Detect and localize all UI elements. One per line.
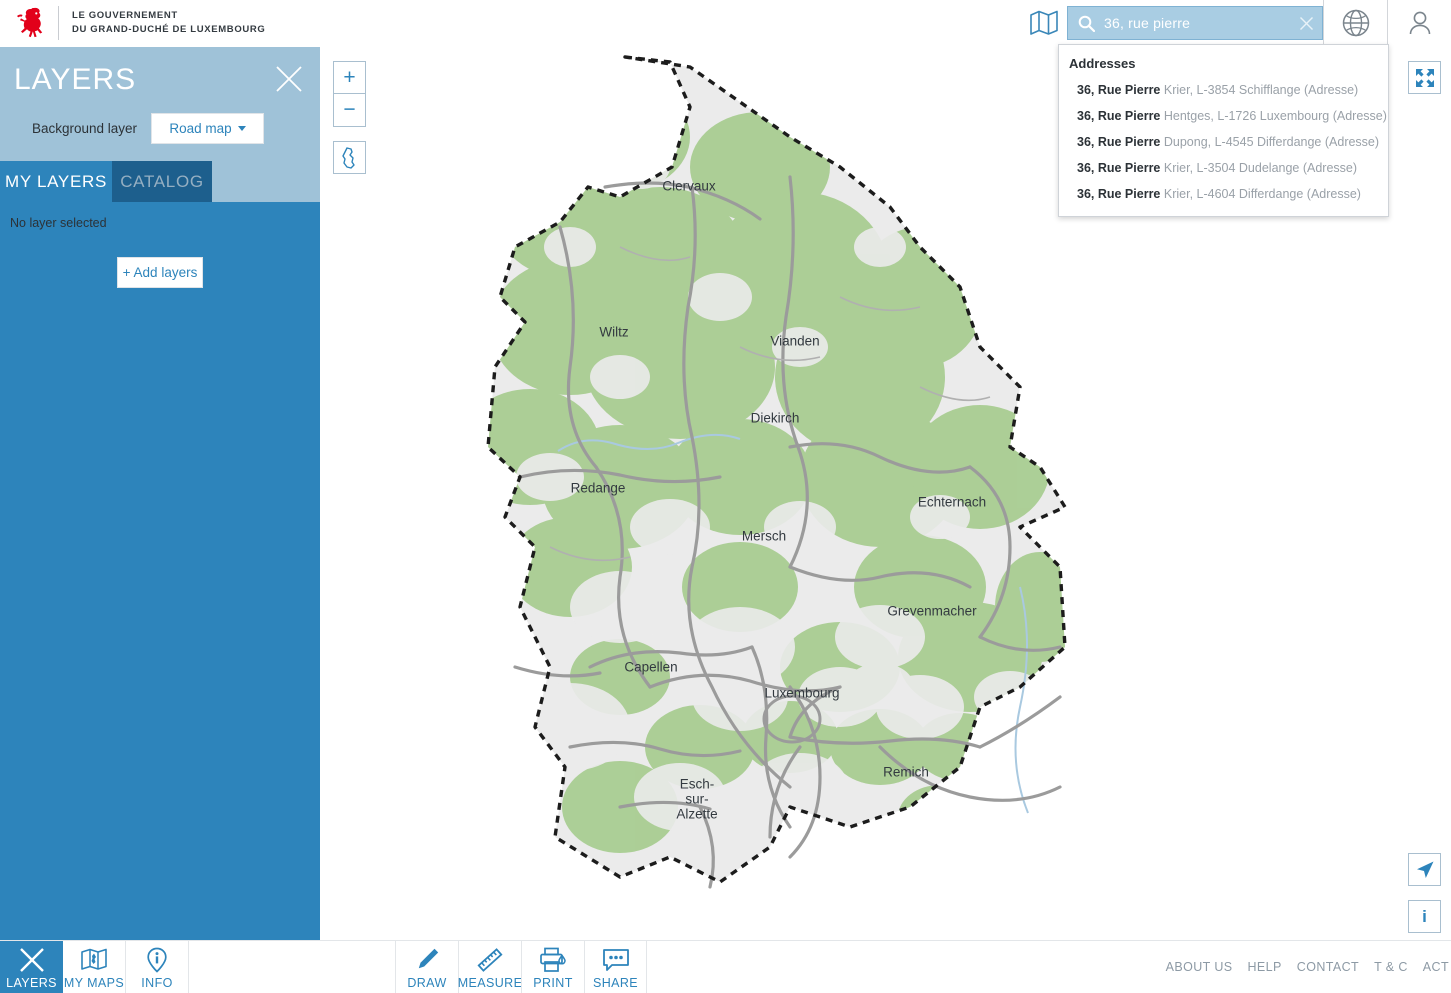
- fullscreen-icon: [1415, 68, 1435, 88]
- luxembourg-lion-icon: [14, 4, 48, 42]
- suggestion-item-rest: Krier, L-4604 Differdange (Adresse): [1160, 187, 1361, 201]
- info-pin-icon: [146, 946, 168, 974]
- tab-my-layers[interactable]: MY LAYERS: [0, 161, 112, 202]
- layers-panel-header: LAYERS Background layer Road map: [0, 47, 320, 161]
- bottom-item-info[interactable]: INFO: [126, 941, 189, 993]
- speech-bubble-icon: [602, 946, 630, 974]
- brand: LE GOUVERNEMENT DU GRAND-DUCHÉ DE LUXEMB…: [0, 4, 265, 42]
- map-info-button[interactable]: i: [1408, 900, 1441, 933]
- search-input-value: 36, rue pierre: [1104, 15, 1299, 31]
- app-root: LE GOUVERNEMENT DU GRAND-DUCHÉ DE LUXEMB…: [0, 0, 1451, 993]
- bottom-item-label: MEASURE: [458, 976, 523, 990]
- bottom-item-label: INFO: [141, 976, 172, 990]
- geolocate-button[interactable]: [1408, 853, 1441, 886]
- background-layer-label: Background layer: [32, 121, 137, 136]
- add-layers-button[interactable]: + Add layers: [117, 257, 203, 288]
- luxembourg-outline-icon: [340, 147, 360, 169]
- search-input[interactable]: 36, rue pierre: [1067, 6, 1323, 40]
- suggestion-item-bold: 36, Rue Pierre: [1077, 135, 1160, 149]
- no-layer-selected-text: No layer selected: [0, 216, 320, 230]
- background-layer-value: Road map: [169, 121, 231, 136]
- suggestion-item-bold: 36, Rue Pierre: [1077, 83, 1160, 97]
- geolocation-arrow-icon: [1415, 860, 1435, 880]
- brand-text: LE GOUVERNEMENT DU GRAND-DUCHÉ DE LUXEMB…: [72, 9, 265, 37]
- footer-link-contact[interactable]: CONTACT: [1297, 960, 1359, 974]
- search-suggestions-dropdown: Addresses 36, Rue Pierre Krier, L-3854 S…: [1058, 44, 1389, 217]
- bottom-item-print[interactable]: PRINT: [521, 941, 584, 993]
- footer-links: ABOUT US HELP CONTACT T & C ACT: [1166, 941, 1451, 993]
- footer-link-about-us[interactable]: ABOUT US: [1166, 960, 1233, 974]
- suggestion-item[interactable]: 36, Rue Pierre Krier, L-3504 Dudelange (…: [1059, 155, 1388, 181]
- suggestion-item-bold: 36, Rue Pierre: [1077, 187, 1160, 201]
- suggestion-item-bold: 36, Rue Pierre: [1077, 161, 1160, 175]
- suggestion-item-rest: Krier, L-3504 Dudelange (Adresse): [1160, 161, 1357, 175]
- footer-link-terms[interactable]: T & C: [1374, 960, 1408, 974]
- suggestion-item-bold: 36, Rue Pierre: [1077, 109, 1160, 123]
- bottom-item-layers[interactable]: LAYERS: [0, 941, 63, 993]
- brand-line-2: DU GRAND-DUCHÉ DE LUXEMBOURG: [72, 23, 265, 37]
- top-bar: LE GOUVERNEMENT DU GRAND-DUCHÉ DE LUXEMB…: [0, 0, 1451, 47]
- layers-panel-tabs: MY LAYERS CATALOG: [0, 161, 320, 202]
- suggestion-item-rest: Krier, L-3854 Schifflange (Adresse): [1160, 83, 1358, 97]
- user-profile-icon: [1405, 8, 1435, 38]
- bottom-item-label: MY MAPS: [64, 976, 124, 990]
- search-icon: [1078, 15, 1095, 32]
- bottom-spacer: [647, 941, 1166, 993]
- close-icon[interactable]: [274, 64, 304, 94]
- bottom-item-label: DRAW: [407, 976, 446, 990]
- tab-catalog[interactable]: CATALOG: [112, 161, 212, 202]
- zoom-to-extent-button[interactable]: [333, 141, 366, 174]
- suggestion-item[interactable]: 36, Rue Pierre Hentges, L-1726 Luxembour…: [1059, 103, 1388, 129]
- brand-divider: [58, 6, 59, 40]
- footer-link-help[interactable]: HELP: [1248, 960, 1282, 974]
- folded-map-icon[interactable]: [1021, 0, 1067, 46]
- suggestions-heading: Addresses: [1059, 53, 1388, 77]
- printer-icon: [539, 946, 567, 974]
- bottom-item-draw[interactable]: DRAW: [395, 941, 458, 993]
- globe-language-icon: [1341, 8, 1371, 38]
- background-layer-row: Background layer Road map: [14, 113, 320, 144]
- bottom-item-share[interactable]: SHARE: [584, 941, 647, 993]
- search-box-wrapper: 36, rue pierre: [1067, 6, 1323, 40]
- layers-panel-body: No layer selected + Add layers: [0, 202, 320, 288]
- bottom-center-tools: DRAW: [395, 941, 647, 993]
- zoom-out-button[interactable]: −: [333, 94, 366, 127]
- close-icon[interactable]: [1299, 16, 1314, 31]
- bottom-item-measure[interactable]: MEASURE: [458, 941, 521, 993]
- user-profile-button[interactable]: [1388, 0, 1451, 46]
- bottom-item-label: PRINT: [533, 976, 573, 990]
- suggestion-item-rest: Hentges, L-1726 Luxembourg (Adresse): [1160, 109, 1387, 123]
- bottom-toolbar: LAYERS MY MAPS INFO: [0, 940, 1451, 993]
- my-maps-icon: [81, 946, 107, 974]
- bottom-item-label: LAYERS: [6, 976, 57, 990]
- pencil-icon: [414, 946, 440, 974]
- suggestion-item[interactable]: 36, Rue Pierre Dupong, L-4545 Differdang…: [1059, 129, 1388, 155]
- close-x-icon: [19, 946, 45, 974]
- footer-link-act[interactable]: ACT: [1423, 960, 1449, 974]
- brand-line-1: LE GOUVERNEMENT: [72, 9, 265, 23]
- suggestion-item[interactable]: 36, Rue Pierre Krier, L-3854 Schifflange…: [1059, 77, 1388, 103]
- fullscreen-button[interactable]: [1408, 61, 1441, 94]
- bottom-item-my-maps[interactable]: MY MAPS: [63, 941, 126, 993]
- folded-map-icon-glyph: [1030, 10, 1058, 36]
- layers-panel: LAYERS Background layer Road map MY LAYE…: [0, 47, 320, 940]
- zoom-in-button[interactable]: +: [333, 61, 366, 94]
- chevron-down-icon: [238, 126, 246, 131]
- suggestion-item-rest: Dupong, L-4545 Differdange (Adresse): [1160, 135, 1379, 149]
- suggestion-item[interactable]: 36, Rue Pierre Krier, L-4604 Differdange…: [1059, 181, 1388, 207]
- bottom-item-label: SHARE: [593, 976, 638, 990]
- background-layer-select[interactable]: Road map: [151, 113, 264, 144]
- language-selector-button[interactable]: [1324, 0, 1387, 46]
- ruler-icon: [477, 946, 503, 974]
